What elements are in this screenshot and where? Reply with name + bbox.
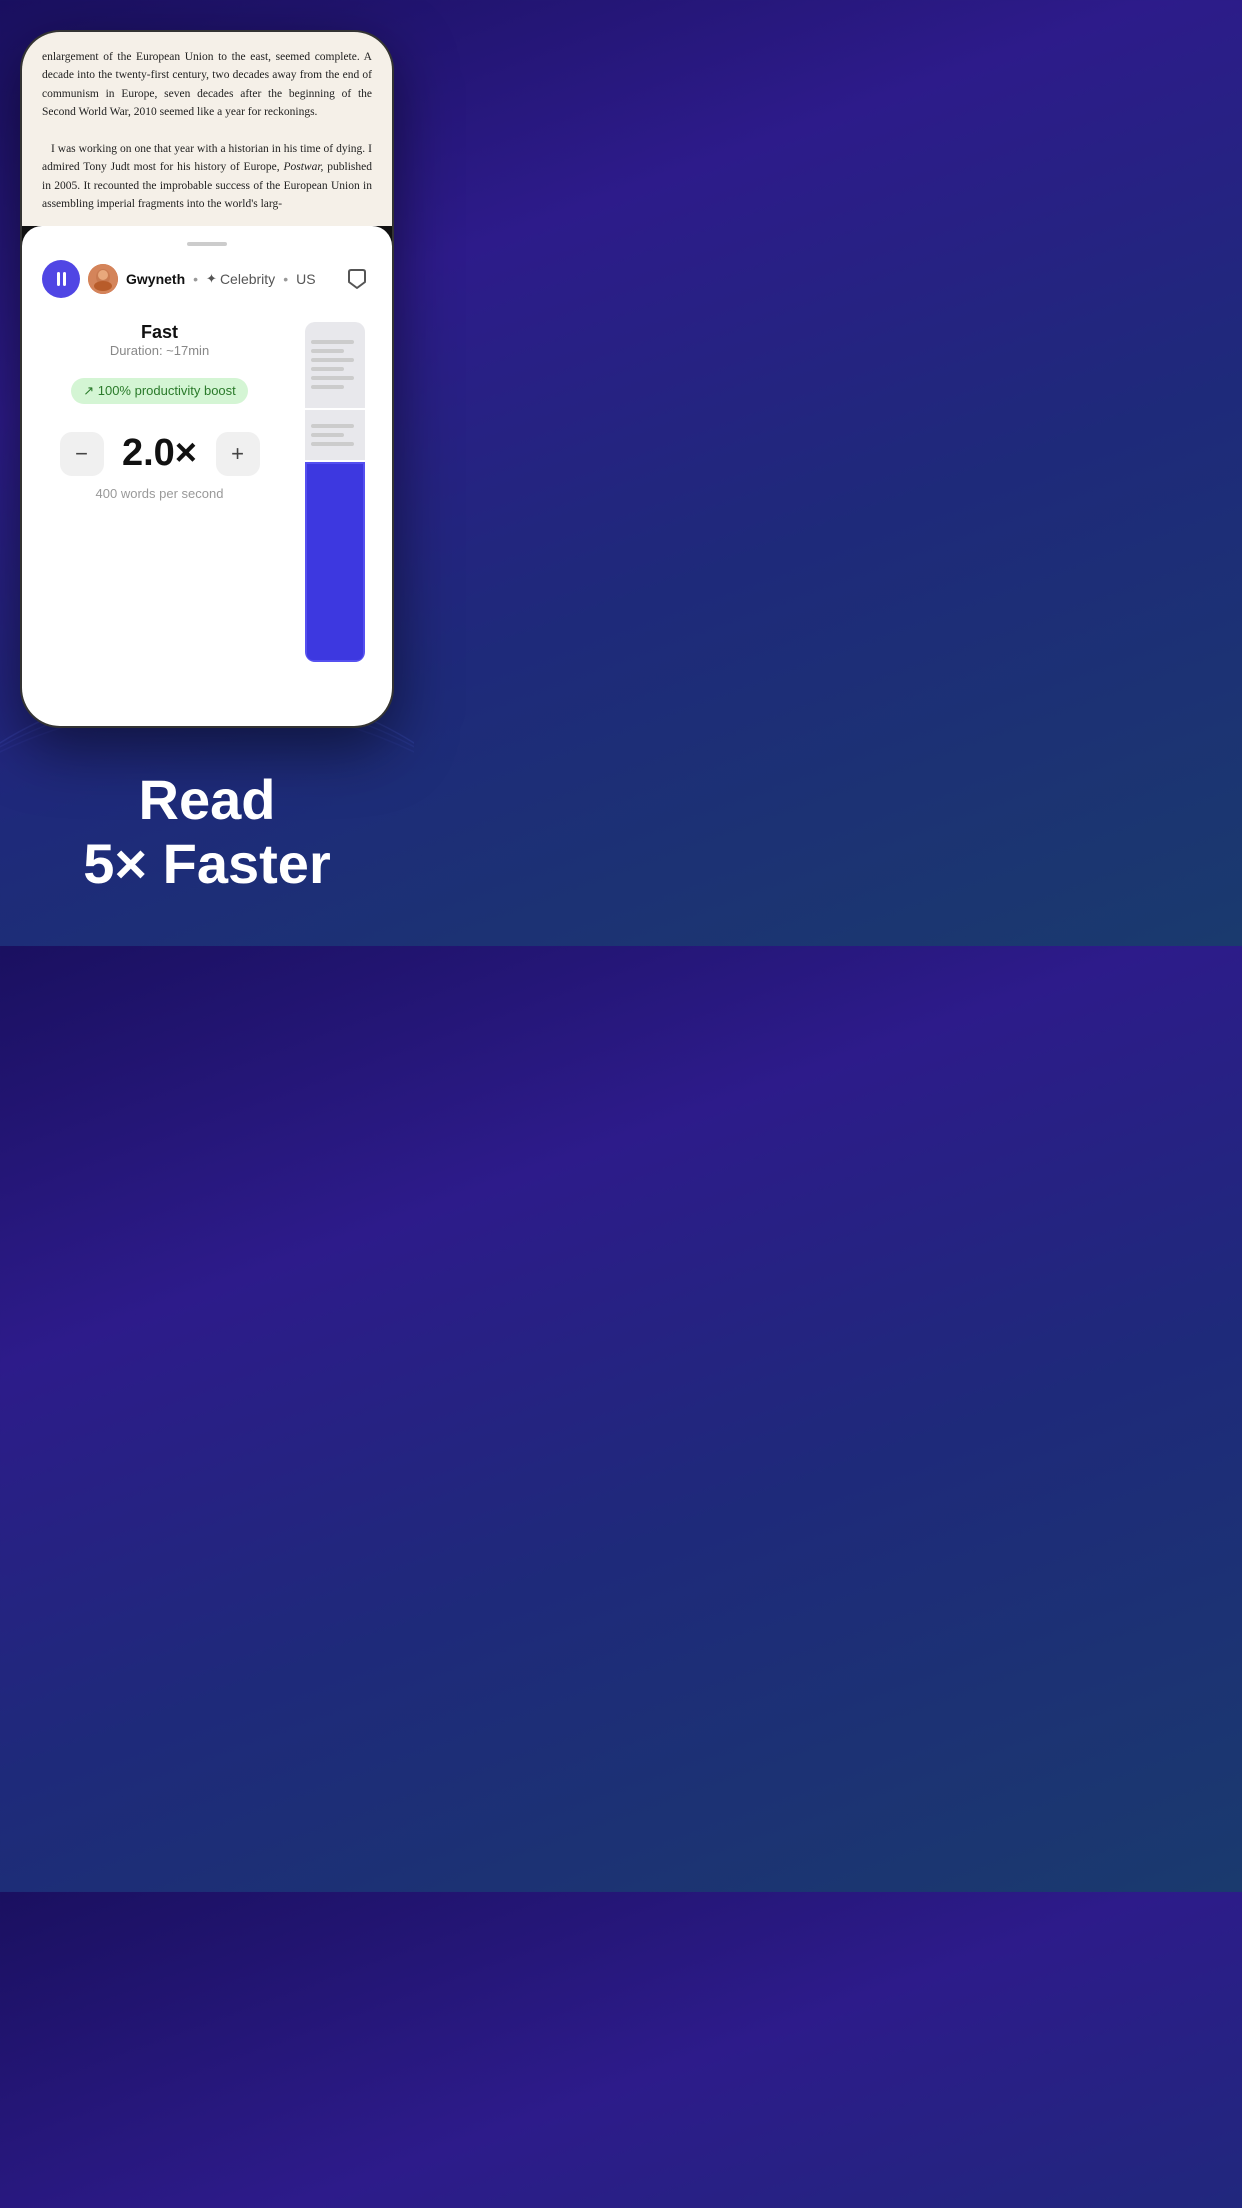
speed-controls: Fast Duration: ~17min ↗ 100% productivit… <box>42 322 277 501</box>
minus-icon: − <box>75 441 88 467</box>
airplay-button[interactable] <box>342 264 372 294</box>
slider-active-portion <box>305 462 365 662</box>
book-paragraph-2: I was working on one that year with a hi… <box>42 140 372 214</box>
sparkle-icon: ✦ <box>206 271 217 287</box>
slider-line-3 <box>311 358 354 362</box>
voice-bar: Gwyneth • ✦ Celebrity • US <box>22 246 392 312</box>
voice-name: Gwyneth <box>126 271 185 287</box>
slider-top <box>305 322 365 408</box>
speed-slider[interactable] <box>297 322 372 662</box>
slider-mid <box>305 410 365 460</box>
slider-line-2 <box>311 349 345 353</box>
voice-avatar <box>88 264 118 294</box>
tagline-line2: 5× Faster <box>30 832 384 896</box>
speed-value: 2.0× <box>120 432 200 475</box>
phone-device: enlargement of the European Union to the… <box>20 30 394 728</box>
tagline-section: Read 5× Faster <box>0 728 414 947</box>
speed-increase-button[interactable]: + <box>216 432 260 476</box>
separator-2: • <box>283 271 288 287</box>
speed-row: − 2.0× + <box>42 432 277 476</box>
pause-icon <box>57 272 66 286</box>
pause-button[interactable] <box>42 260 80 298</box>
bottom-sheet: Gwyneth • ✦ Celebrity • US <box>22 226 392 726</box>
speed-duration: Duration: ~17min <box>42 343 277 358</box>
book-paragraph-1: enlargement of the European Union to the… <box>42 48 372 122</box>
phone-wrapper: enlargement of the European Union to the… <box>0 0 414 728</box>
separator-1: • <box>193 271 198 287</box>
voice-category-label: Celebrity <box>220 271 275 287</box>
tagline-line1: Read <box>30 768 384 832</box>
slider-line-8 <box>311 433 345 437</box>
slider-line-7 <box>311 424 354 428</box>
book-text-area: enlargement of the European Union to the… <box>22 32 392 226</box>
productivity-badge: ↗ 100% productivity boost <box>71 378 248 404</box>
slider-line-9 <box>311 442 354 446</box>
speed-label: Fast <box>42 322 277 343</box>
slider-track <box>305 322 365 662</box>
plus-icon: + <box>231 441 244 467</box>
voice-category: ✦ Celebrity <box>206 271 275 287</box>
slider-line-6 <box>311 385 345 389</box>
voice-region: US <box>296 271 315 287</box>
slider-line-5 <box>311 376 354 380</box>
speed-decrease-button[interactable]: − <box>60 432 104 476</box>
speed-section: Fast Duration: ~17min ↗ 100% productivit… <box>22 312 392 682</box>
slider-line-4 <box>311 367 345 371</box>
words-per-second: 400 words per second <box>42 486 277 501</box>
slider-line-1 <box>311 340 354 344</box>
